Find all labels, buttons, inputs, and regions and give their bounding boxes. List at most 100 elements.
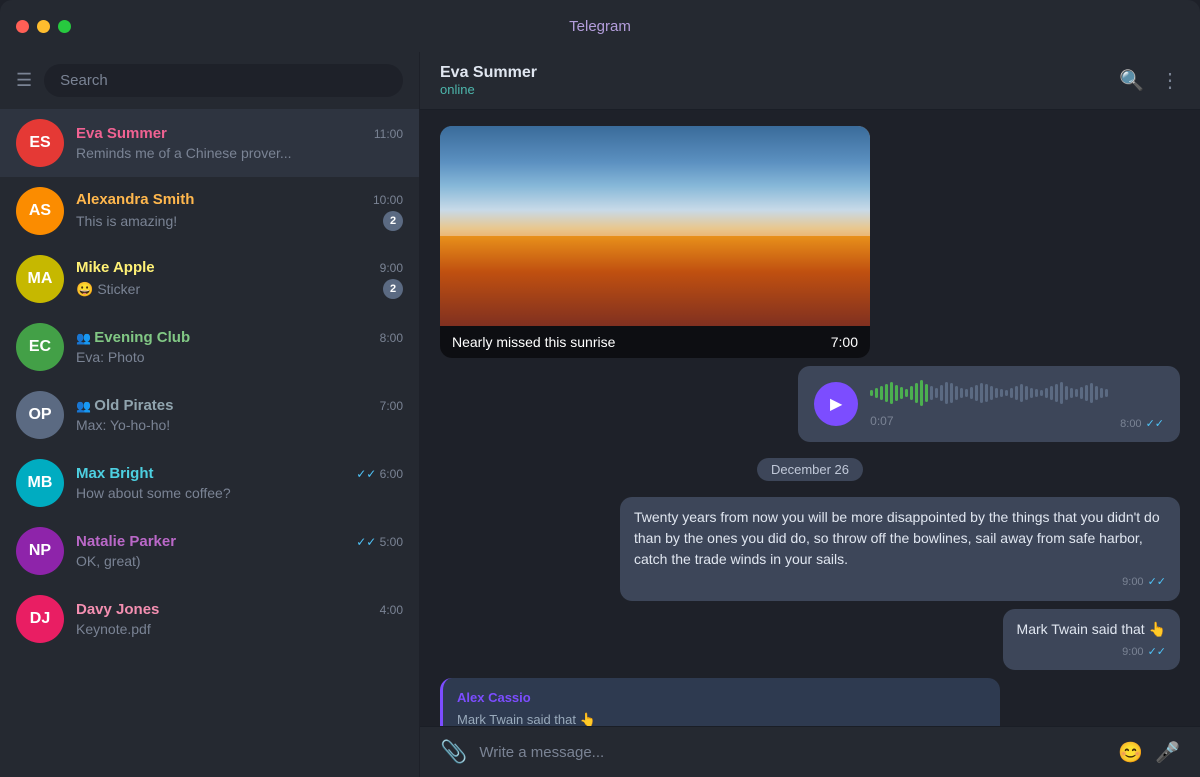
waveform-bar	[1075, 389, 1078, 397]
chat-top: Eva Summer 11:00	[76, 125, 403, 142]
chat-time: 10:00	[373, 193, 403, 207]
chat-info: Natalie Parker ✓✓ 5:00 OK, great)	[76, 533, 403, 569]
avatar: MA	[16, 255, 64, 303]
chat-time: 4:00	[380, 603, 403, 617]
waveform-bar	[1030, 388, 1033, 398]
chat-time: 7:00	[380, 399, 403, 413]
waveform-bar	[1025, 386, 1028, 400]
image-caption-text: Nearly missed this sunrise	[452, 334, 615, 350]
contact-name: Eva Summer	[440, 64, 537, 82]
window-controls	[16, 20, 71, 33]
chat-top: Mike Apple 9:00	[76, 259, 403, 276]
chat-item-davy-jones[interactable]: DJ Davy Jones 4:00 Keynote.pdf	[0, 585, 419, 653]
waveform-bar	[900, 387, 903, 399]
chat-info: 👥 Evening Club 8:00 Eva: Photo	[76, 329, 403, 365]
menu-icon[interactable]: ☰	[16, 70, 32, 91]
waveform-bar	[1060, 382, 1063, 404]
waveform-bar	[980, 383, 983, 403]
waveform	[870, 378, 1108, 408]
image-caption: Nearly missed this sunrise 7:00	[440, 326, 870, 358]
mark-twain-message: Mark Twain said that 👆 9:00 ✓✓	[1003, 609, 1180, 671]
mark-twain-text: Mark Twain said that 👆	[1017, 621, 1166, 637]
close-button[interactable]	[16, 20, 29, 33]
waveform-bar	[950, 383, 953, 403]
minimize-button[interactable]	[37, 20, 50, 33]
avatar: AS	[16, 187, 64, 235]
voice-check: ✓✓	[1146, 417, 1164, 430]
waveform-bar	[880, 386, 883, 400]
chat-header-info: Eva Summer online	[440, 64, 537, 97]
attach-icon[interactable]: 📎	[440, 739, 467, 765]
chat-info: Eva Summer 11:00 Reminds me of a Chinese…	[76, 125, 403, 161]
reply-preview: Mark Twain said that 👆	[457, 710, 986, 727]
messages: Nearly missed this sunrise 7:00 ▶ 0:07 8…	[420, 110, 1200, 726]
quote-text: Twenty years from now you will be more d…	[634, 509, 1160, 567]
waveform-bar	[870, 390, 873, 396]
waveform-bar	[970, 387, 973, 399]
chat-info: Max Bright ✓✓ 6:00 How about some coffee…	[76, 465, 403, 501]
voice-info: 0:07	[870, 378, 1108, 430]
chat-item-eva-summer[interactable]: ES Eva Summer 11:00 Reminds me of a Chin…	[0, 109, 419, 177]
waveform-bar	[1020, 384, 1023, 402]
avatar: ES	[16, 119, 64, 167]
chat-name: 👥 Old Pirates	[76, 397, 173, 414]
chat-info: Alexandra Smith 10:00 This is amazing! 2	[76, 191, 403, 231]
input-actions: 😊 🎤	[1118, 740, 1180, 765]
waveform-bar	[1080, 387, 1083, 399]
waveform-bar	[1015, 386, 1018, 400]
waveform-bar	[915, 383, 918, 403]
image-message: Nearly missed this sunrise 7:00	[440, 126, 870, 358]
waveform-bar	[940, 385, 943, 401]
voice-message: ▶ 0:07 8:00 ✓✓	[798, 366, 1180, 442]
avatar: NP	[16, 527, 64, 575]
sidebar: ☰ ES Eva Summer 11:00 Reminds me of a Ch…	[0, 52, 420, 777]
waveform-bar	[945, 382, 948, 404]
chat-top: Alexandra Smith 10:00	[76, 191, 403, 208]
waveform-bar	[885, 384, 888, 402]
quote-footer: 9:00 ✓✓	[634, 574, 1166, 591]
chat-time: 9:00	[380, 261, 403, 275]
emoji-icon[interactable]: 😊	[1118, 740, 1143, 765]
reply-message: Alex Cassio Mark Twain said that 👆 Remin…	[440, 678, 1000, 726]
contact-status: online	[440, 82, 537, 97]
waveform-bar	[1070, 388, 1073, 398]
reply-author: Alex Cassio	[457, 688, 986, 708]
chat-preview: This is amazing!	[76, 213, 177, 229]
chat-item-mike-apple[interactable]: MA Mike Apple 9:00 😀 Sticker 2	[0, 245, 419, 313]
more-icon[interactable]: ⋮	[1160, 68, 1180, 93]
waveform-bar	[1065, 386, 1068, 400]
chat-item-max-bright[interactable]: MB Max Bright ✓✓ 6:00 How about some cof…	[0, 449, 419, 517]
quote-time: 9:00	[1122, 574, 1143, 591]
search-icon[interactable]: 🔍	[1119, 68, 1144, 93]
waveform-bar	[925, 384, 928, 402]
waveform-bar	[890, 382, 893, 404]
chat-info: Mike Apple 9:00 😀 Sticker 2	[76, 259, 403, 299]
chat-area: Eva Summer online 🔍 ⋮ Nearly missed this…	[420, 52, 1200, 777]
chat-item-natalie-parker[interactable]: NP Natalie Parker ✓✓ 5:00 OK, great)	[0, 517, 419, 585]
chat-item-evening-club[interactable]: EC 👥 Evening Club 8:00 Eva: Photo	[0, 313, 419, 381]
microphone-icon[interactable]: 🎤	[1155, 740, 1180, 765]
voice-time: 8:00 ✓✓	[1120, 417, 1164, 430]
waveform-bar	[1095, 386, 1098, 400]
chat-item-old-pirates[interactable]: OP 👥 Old Pirates 7:00 Max: Yo-ho-ho!	[0, 381, 419, 449]
waveform-bar	[1035, 389, 1038, 397]
play-button[interactable]: ▶	[814, 382, 858, 426]
waveform-bar	[1005, 390, 1008, 396]
read-check: ✓✓	[356, 535, 376, 549]
chat-time: 11:00	[374, 127, 403, 141]
chat-time: ✓✓ 6:00	[356, 467, 403, 481]
chat-item-alexandra-smith[interactable]: AS Alexandra Smith 10:00 This is amazing…	[0, 177, 419, 245]
chat-name: Mike Apple	[76, 259, 155, 276]
maximize-button[interactable]	[58, 20, 71, 33]
search-input[interactable]	[44, 64, 403, 97]
chat-top: 👥 Old Pirates 7:00	[76, 397, 403, 414]
chat-preview: Max: Yo-ho-ho!	[76, 417, 170, 433]
waveform-bar	[1010, 388, 1013, 398]
quote-check: ✓✓	[1148, 574, 1166, 591]
chat-name: Davy Jones	[76, 601, 159, 618]
message-input[interactable]	[479, 744, 1106, 761]
mark-twain-footer: 9:00 ✓✓	[1017, 644, 1166, 661]
waveform-bar	[1000, 389, 1003, 397]
mark-twain-time: 9:00	[1122, 644, 1143, 661]
chat-name: Natalie Parker	[76, 533, 176, 550]
